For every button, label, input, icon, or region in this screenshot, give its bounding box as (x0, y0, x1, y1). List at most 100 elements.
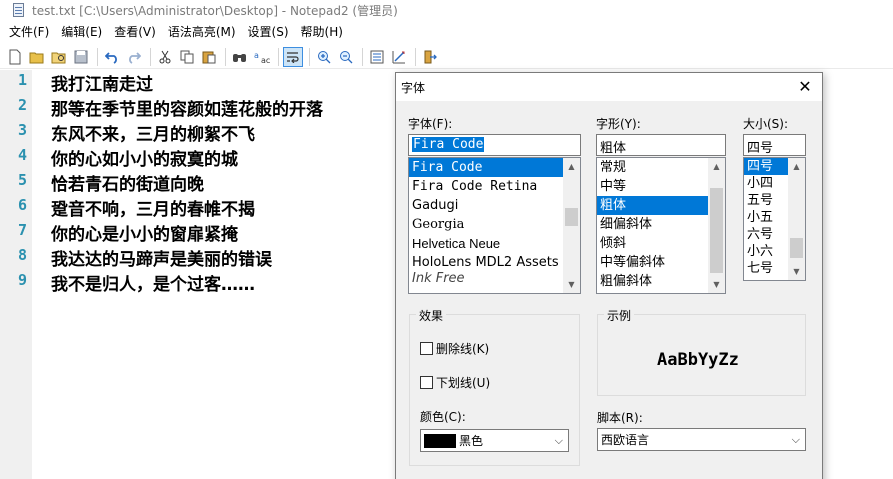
menu-view[interactable]: 查看(V) (108, 22, 162, 42)
browse-icon[interactable] (49, 47, 69, 67)
font-list-item[interactable]: Fira Code Retina (409, 177, 580, 196)
font-label: 字体(F): (408, 117, 453, 131)
line-number: 8 (17, 246, 27, 264)
title-bar: test.txt [C:\Users\Administrator\Desktop… (0, 0, 893, 20)
menu-file[interactable]: 文件(F) (3, 22, 55, 42)
font-list-item[interactable]: Georgia (409, 215, 580, 234)
style-list-item[interactable]: 常规 (597, 158, 725, 177)
line-number: 7 (17, 221, 27, 239)
size-list-scrollbar[interactable]: ▲ ▼ (788, 158, 805, 280)
scroll-thumb[interactable] (565, 208, 578, 226)
text-line[interactable]: 我不是归人，是个过客…… (51, 270, 255, 295)
color-swatch (424, 433, 456, 448)
scroll-thumb[interactable] (790, 238, 803, 258)
font-list-item[interactable]: Fira Code (409, 158, 580, 177)
text-line[interactable]: 你的心是小小的窗扉紧掩 (51, 220, 238, 245)
strikeout-checkbox-row[interactable]: 删除线(K) (420, 340, 489, 357)
underline-label: 下划线(U) (436, 376, 491, 390)
scheme-icon[interactable] (367, 47, 387, 67)
save-icon[interactable] (71, 47, 91, 67)
text-line[interactable]: 那等在季节里的容颜如莲花般的开落 (51, 95, 323, 120)
text-line[interactable]: 东风不来，三月的柳絮不飞 (51, 120, 255, 145)
style-list-item[interactable]: 粗偏斜体 (597, 272, 725, 291)
text-line[interactable]: 你的心如小小的寂寞的城 (51, 145, 238, 170)
line-number: 5 (17, 171, 27, 189)
line-number: 4 (17, 146, 27, 164)
effects-title: 效果 (416, 307, 447, 324)
undo-icon[interactable] (102, 47, 122, 67)
redo-icon[interactable] (124, 47, 144, 67)
paste-icon[interactable] (199, 47, 219, 67)
toolbar: a ac (0, 45, 893, 69)
style-input[interactable]: 粗体 (596, 134, 726, 156)
style-list-scrollbar[interactable]: ▲ ▼ (708, 158, 725, 293)
menu-settings[interactable]: 设置(S) (242, 22, 295, 42)
style-list-item[interactable]: 中等 (597, 177, 725, 196)
color-select[interactable]: 黑色 ⌵ (420, 429, 569, 452)
font-list-item[interactable]: Helvetica Neue (409, 234, 580, 253)
font-list[interactable]: Fira Code Fira Code Retina Gadugi Georgi… (408, 157, 581, 294)
text-line[interactable]: 跫音不响，三月的春帷不揭 (51, 195, 255, 220)
line-number-gutter: 1 2 3 4 5 6 7 8 9 (0, 70, 32, 479)
chevron-down-icon[interactable]: ▼ (563, 276, 580, 293)
customize-icon[interactable] (389, 47, 409, 67)
open-folder-icon[interactable] (27, 47, 47, 67)
menu-edit[interactable]: 编辑(E) (55, 22, 108, 42)
chevron-down-icon[interactable]: ▼ (708, 276, 725, 293)
dialog-title-bar: 字体 ✕ (396, 73, 822, 101)
chevron-up-icon[interactable]: ▲ (563, 158, 580, 175)
script-select[interactable]: 西欧语言 ⌵ (597, 428, 806, 451)
size-label: 大小(S): (743, 117, 789, 131)
notepad-icon (11, 2, 27, 18)
font-list-scrollbar[interactable]: ▲ ▼ (563, 158, 580, 293)
word-wrap-icon[interactable] (283, 46, 303, 67)
style-list-item[interactable]: 倾斜 (597, 234, 725, 253)
window-title: test.txt [C:\Users\Administrator\Desktop… (32, 3, 398, 18)
svg-text:a: a (254, 51, 259, 60)
script-value: 西欧语言 (601, 433, 650, 447)
menu-help[interactable]: 帮助(H) (295, 22, 349, 42)
chevron-up-icon[interactable]: ▲ (708, 158, 725, 175)
sample-preview: AaBbYyZz (657, 350, 739, 370)
svg-text:ac: ac (261, 56, 270, 64)
style-list-item[interactable]: 中等偏斜体 (597, 253, 725, 272)
close-icon[interactable]: ✕ (794, 76, 816, 98)
zoom-out-icon[interactable] (336, 47, 356, 67)
font-list-item[interactable]: HoloLens MDL2 Assets (409, 253, 580, 272)
strikeout-checkbox[interactable] (420, 342, 433, 355)
font-input[interactable]: Fira Code (408, 134, 581, 156)
chevron-down-icon[interactable]: ▼ (788, 263, 805, 280)
underline-checkbox[interactable] (420, 376, 433, 389)
new-file-icon[interactable] (5, 47, 25, 67)
line-number: 6 (17, 196, 27, 214)
text-line[interactable]: 恰若青石的街道向晚 (51, 170, 204, 195)
replace-icon[interactable]: a ac (252, 47, 272, 67)
find-icon[interactable] (230, 47, 250, 67)
cut-icon[interactable] (155, 47, 175, 67)
font-list-item[interactable]: Gadugi (409, 196, 580, 215)
sample-title: 示例 (604, 307, 635, 324)
line-number: 2 (17, 96, 27, 114)
style-list-item[interactable]: 粗体 (597, 196, 725, 215)
script-label: 脚本(R): (597, 411, 643, 425)
zoom-in-icon[interactable] (314, 47, 334, 67)
underline-checkbox-row[interactable]: 下划线(U) (420, 374, 490, 391)
line-number: 3 (17, 121, 27, 139)
menu-bar: 文件(F) 编辑(E) 查看(V) 语法高亮(M) 设置(S) 帮助(H) (0, 21, 893, 43)
style-list[interactable]: 常规 中等 粗体 细偏斜体 倾斜 中等偏斜体 粗偏斜体 ▲ ▼ (596, 157, 726, 294)
exit-icon[interactable] (420, 47, 440, 67)
copy-icon[interactable] (177, 47, 197, 67)
size-input[interactable]: 四号 (743, 134, 806, 156)
font-list-item[interactable]: Ink Free (409, 272, 580, 286)
size-list-item[interactable]: 四号 (744, 158, 788, 175)
style-list-item[interactable]: 细偏斜体 (597, 215, 725, 234)
scroll-thumb[interactable] (710, 188, 723, 273)
menu-syntax[interactable]: 语法高亮(M) (162, 22, 242, 42)
line-number: 1 (17, 71, 27, 89)
text-line[interactable]: 我达达的马蹄声是美丽的错误 (51, 245, 272, 270)
chevron-up-icon[interactable]: ▲ (788, 158, 805, 175)
size-list[interactable]: 四号 小四 五号 小五 六号 小六 七号 ▲ ▼ (743, 157, 806, 281)
font-dialog: 字体 ✕ 字体(F): Fira Code Fira Code Fira Cod… (395, 72, 823, 479)
color-label: 颜色(C): (420, 410, 466, 424)
text-line[interactable]: 我打江南走过 (51, 70, 153, 95)
